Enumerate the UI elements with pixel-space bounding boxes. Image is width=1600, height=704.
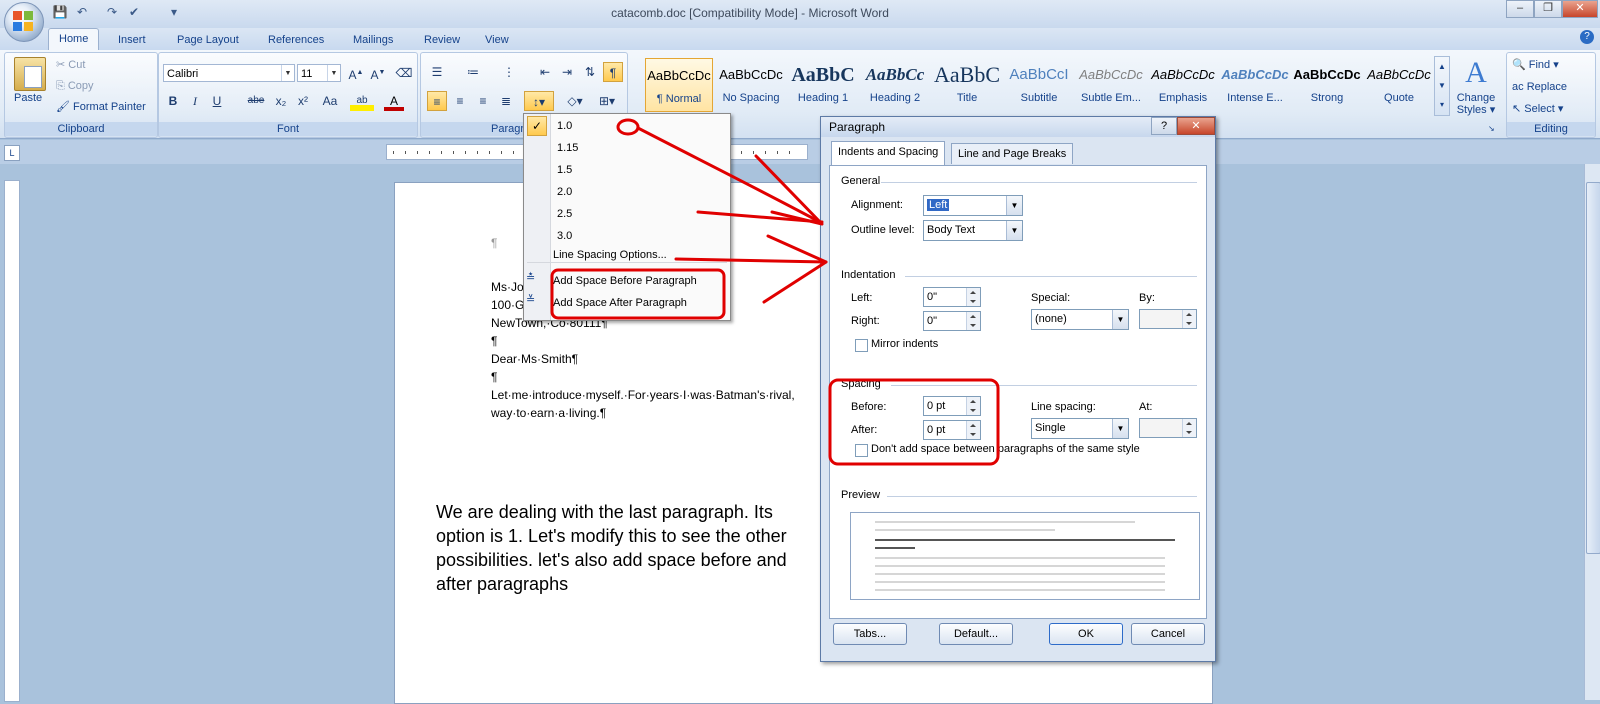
red-circle-mark — [616, 118, 640, 136]
red-arrow-mark — [762, 234, 828, 304]
red-arrow-mark — [636, 126, 822, 224]
red-box-spacing — [828, 378, 1000, 466]
red-box-menu-items — [550, 268, 726, 320]
red-arrow-mark — [754, 154, 824, 226]
red-annotation-marks — [550, 118, 1000, 466]
red-arrow-mark — [674, 257, 828, 264]
